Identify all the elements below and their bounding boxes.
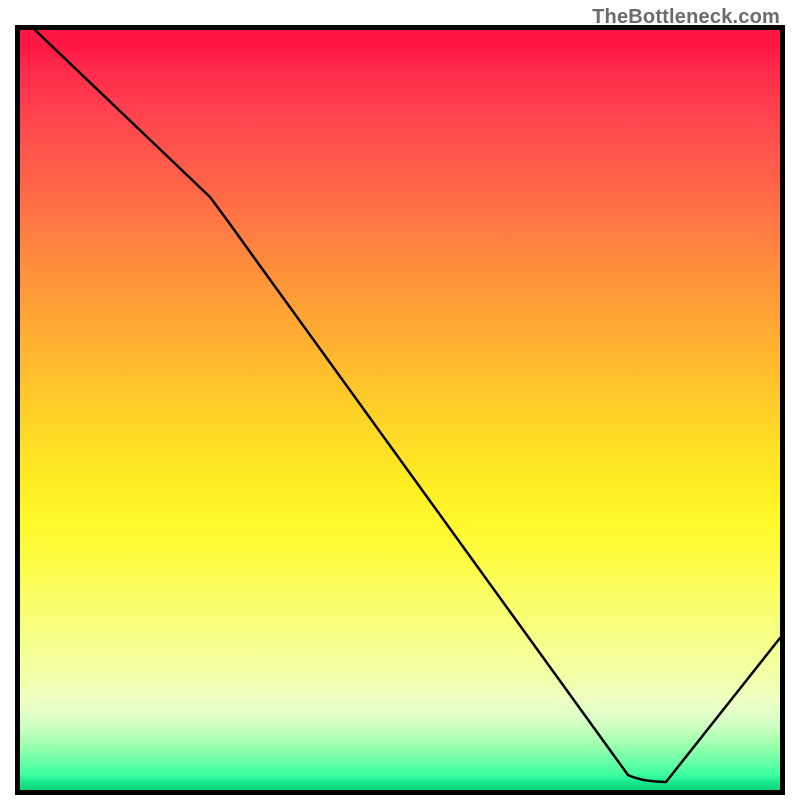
chart-container: TheBottleneck.com <box>0 0 800 800</box>
plot-area <box>15 25 785 795</box>
curve-path <box>35 30 780 782</box>
line-chart-svg <box>20 30 780 790</box>
